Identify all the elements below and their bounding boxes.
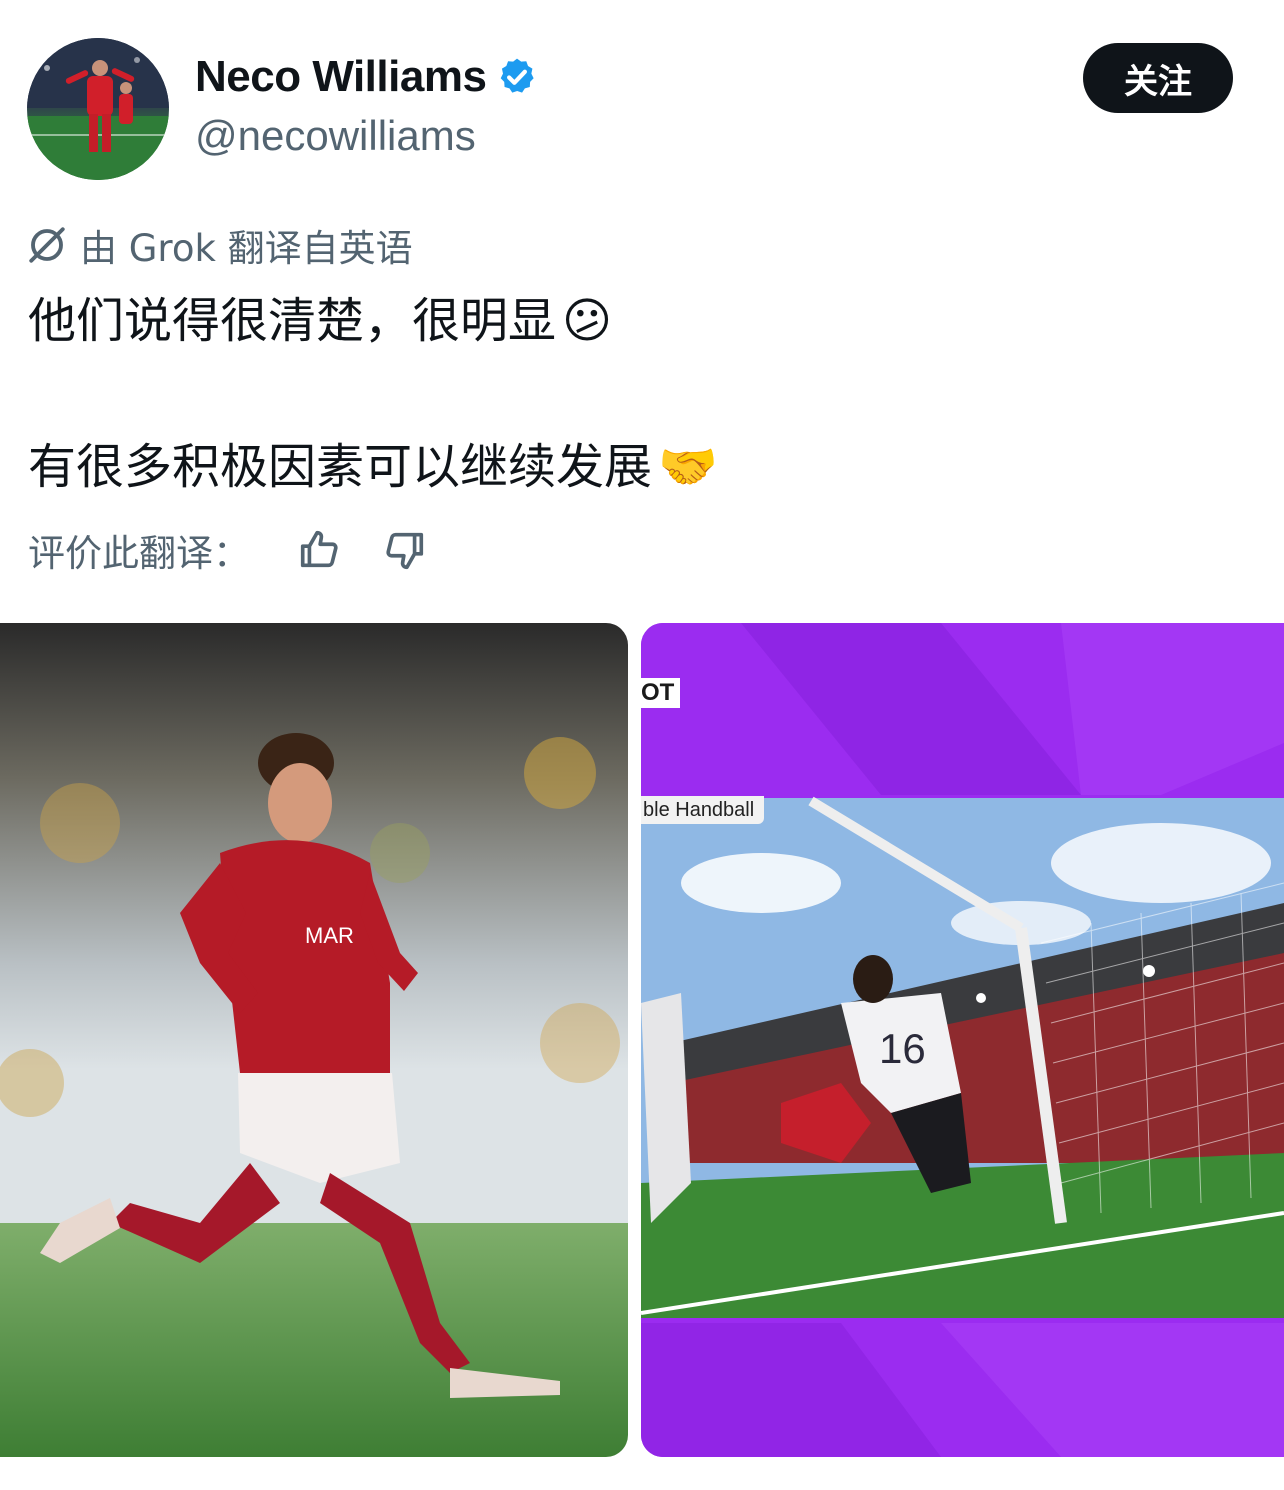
confused-face-emoji: 😕 xyxy=(562,293,613,349)
tweet-line-2: 有很多积极因素可以继续发展 🤝 xyxy=(28,431,718,503)
svg-text:MAR: MAR xyxy=(305,923,354,948)
avatar-photo xyxy=(27,38,169,180)
translation-notice: 由 Grok 翻译自英语 xyxy=(26,218,413,272)
thumbs-down-button[interactable] xyxy=(380,525,430,575)
handshake-emoji: 🤝 xyxy=(658,439,718,495)
media-image-player-running[interactable]: MAR xyxy=(0,623,628,1457)
grok-icon xyxy=(29,227,65,263)
follow-button[interactable]: 关注 xyxy=(1083,43,1233,113)
user-handle[interactable]: @necowilliams xyxy=(195,112,476,160)
tweet-text: 他们说得很清楚，很明显 😕 有很多积极因素可以继续发展 🤝 xyxy=(28,285,718,503)
translation-label: 由 Grok 翻译自英语 xyxy=(80,227,413,270)
media-image-var-handball[interactable]: 16 xyxy=(641,623,1284,1457)
tweet-line-2-text: 有很多积极因素可以继续发展 xyxy=(28,439,653,495)
broadcast-tag: OT xyxy=(641,678,681,708)
broadcast-caption: ble Handball xyxy=(641,796,765,824)
thumbs-up-button[interactable] xyxy=(294,525,344,575)
rate-translation-label: 评价此翻译： xyxy=(28,532,250,575)
rate-translation-row: 评价此翻译： xyxy=(28,522,430,578)
display-name[interactable]: Neco Williams xyxy=(195,52,487,102)
player-photo: MAR xyxy=(0,623,628,1457)
tweet-line-1-text: 他们说得很清楚，很明显 xyxy=(28,293,557,349)
broadcast-still: 16 xyxy=(641,623,1284,1457)
tweet-header: Neco Williams @necowilliams 关注 xyxy=(0,0,1284,200)
name-row: Neco Williams xyxy=(195,52,538,102)
thumbs-up-icon xyxy=(300,530,338,568)
thumbs-down-icon xyxy=(386,532,424,570)
jersey-number: 16 xyxy=(879,1025,926,1072)
verified-badge-icon xyxy=(501,58,535,93)
avatar[interactable] xyxy=(27,38,169,180)
tweet-line-1: 他们说得很清楚，很明显 😕 xyxy=(28,285,718,357)
